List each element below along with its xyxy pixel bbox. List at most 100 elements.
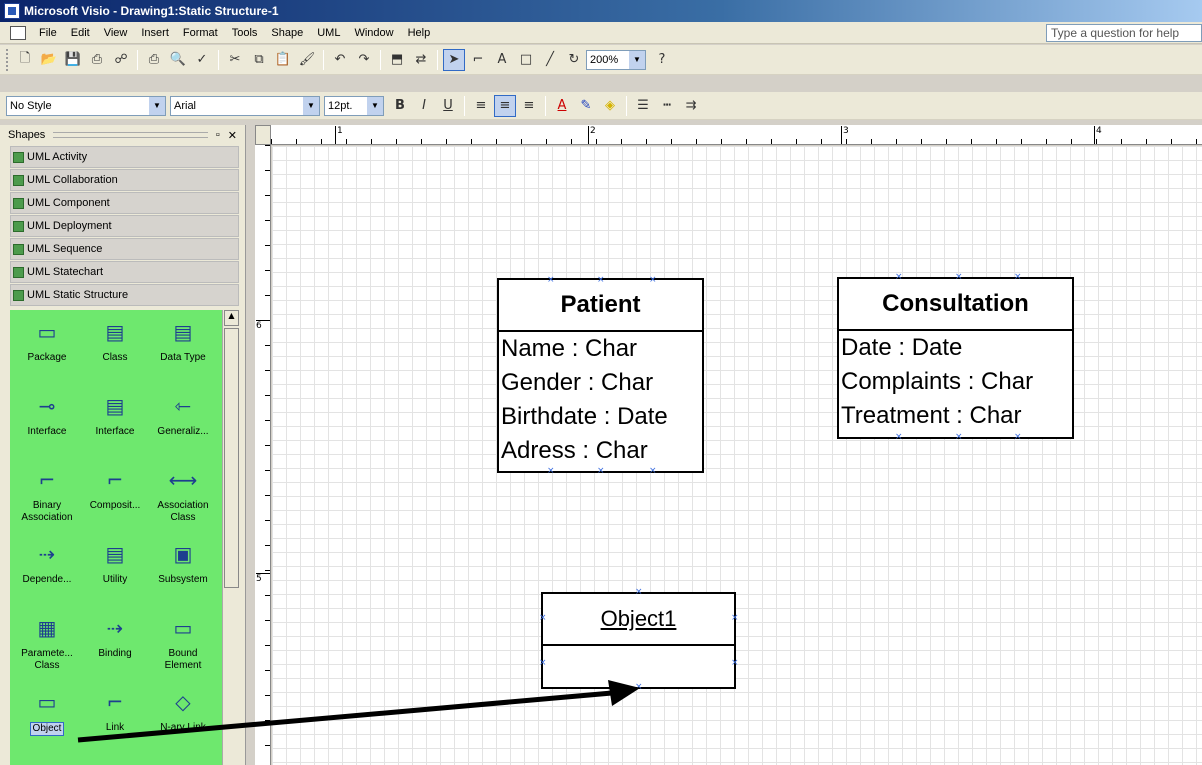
chevron-down-icon[interactable]: ▼: [303, 96, 319, 115]
open-icon[interactable]: 📂: [38, 49, 60, 71]
master-object[interactable]: ▭ Object: [12, 680, 82, 748]
master-interface[interactable]: ▤ Interface: [80, 384, 150, 452]
cut-icon[interactable]: ✂: [224, 49, 246, 71]
line-weight-icon[interactable]: ☰: [632, 95, 654, 117]
class-consultation[interactable]: Consultation Date : Date Complaints : Ch…: [837, 277, 1074, 439]
print-icon[interactable]: ⎙: [143, 49, 165, 71]
spelling-icon[interactable]: ✓: [191, 49, 213, 71]
copy-icon[interactable]: ⧉: [248, 49, 270, 71]
stencil-uml-statechart[interactable]: UML Statechart: [10, 261, 239, 283]
fill-color-icon[interactable]: ◈: [599, 95, 621, 117]
connection-point[interactable]: [895, 274, 903, 282]
connection-point[interactable]: [731, 615, 739, 623]
connection-point[interactable]: [1014, 274, 1022, 282]
master-package[interactable]: ▭ Package: [12, 310, 82, 378]
master-dependency[interactable]: ⇢ Depende...: [12, 532, 82, 600]
document-icon[interactable]: [10, 25, 26, 40]
line-pattern-icon[interactable]: ┅: [656, 95, 678, 117]
connection-point[interactable]: [1014, 434, 1022, 442]
connection-point[interactable]: [597, 468, 605, 476]
stencil-uml-component[interactable]: UML Component: [10, 192, 239, 214]
bold-icon[interactable]: B: [389, 95, 411, 117]
line-tool-icon[interactable]: ╱: [539, 49, 561, 71]
font-combo[interactable]: Arial ▼: [170, 95, 320, 116]
master-subsystem[interactable]: ▣ Subsystem: [148, 532, 218, 600]
paste-icon[interactable]: 📋: [272, 49, 294, 71]
master-association-class[interactable]: ⟷ Association Class: [148, 458, 218, 526]
master-class[interactable]: ▤ Class: [80, 310, 150, 378]
connection-point[interactable]: [635, 589, 643, 597]
research-icon[interactable]: ☍: [110, 49, 132, 71]
class-patient[interactable]: Patient Name : Char Gender : Char Birthd…: [497, 278, 704, 473]
connection-point[interactable]: [649, 468, 657, 476]
master-utility[interactable]: ▤ Utility: [80, 532, 150, 600]
chevron-down-icon[interactable]: ▼: [149, 96, 165, 115]
ruler-corner[interactable]: [255, 125, 271, 145]
chevron-down-icon[interactable]: ▼: [367, 96, 383, 115]
master-bound-element[interactable]: ▭ Bound Element: [148, 606, 218, 674]
rectangle-tool-icon[interactable]: □: [515, 49, 537, 71]
stencil-uml-collaboration[interactable]: UML Collaboration: [10, 169, 239, 191]
stencil-uml-static-structure[interactable]: UML Static Structure: [10, 284, 239, 306]
menu-uml[interactable]: UML: [310, 27, 347, 39]
help-icon[interactable]: ?: [651, 49, 673, 71]
font-color-icon[interactable]: A: [551, 95, 573, 117]
chevron-down-icon[interactable]: ▼: [629, 50, 645, 69]
font-size-combo[interactable]: 12pt. ▼: [324, 95, 384, 116]
scroll-up-icon[interactable]: ▲: [224, 310, 239, 326]
master-generalization[interactable]: ⇽ Generaliz...: [148, 384, 218, 452]
connection-point[interactable]: [547, 468, 555, 476]
master-data-type[interactable]: ▤ Data Type: [148, 310, 218, 378]
connection-point[interactable]: [955, 274, 963, 282]
master-interface-lollipop[interactable]: ⊸ Interface: [12, 384, 82, 452]
menu-file[interactable]: File: [32, 27, 64, 39]
connection-point[interactable]: [895, 434, 903, 442]
object-object1[interactable]: Object1: [541, 592, 736, 689]
zoom-combo[interactable]: 200% ▼: [586, 49, 646, 70]
master-parameterized-class[interactable]: ▦ Paramete... Class: [12, 606, 82, 674]
underline-icon[interactable]: U: [437, 95, 459, 117]
connector-icon[interactable]: ⇄: [410, 49, 432, 71]
restore-icon[interactable]: ▫: [216, 129, 220, 141]
connector-tool-icon[interactable]: ⌐: [467, 49, 489, 71]
stencil-scrollbar[interactable]: ▲: [222, 310, 240, 765]
menu-window[interactable]: Window: [347, 27, 400, 39]
close-icon[interactable]: ✕: [228, 129, 237, 142]
text-tool-icon[interactable]: A: [491, 49, 513, 71]
drawing-canvas[interactable]: [272, 146, 1202, 765]
stencil-uml-activity[interactable]: UML Activity: [10, 146, 239, 168]
connection-point[interactable]: [547, 277, 555, 285]
master-binding[interactable]: ⇢ Binding: [80, 606, 150, 674]
master-n-ary-link[interactable]: ◇ N-ary Link: [148, 680, 218, 748]
style-combo[interactable]: No Style ▼: [6, 95, 166, 116]
menu-insert[interactable]: Insert: [134, 27, 176, 39]
align-center-icon[interactable]: ≡: [494, 94, 516, 117]
menu-edit[interactable]: Edit: [64, 27, 97, 39]
connection-point[interactable]: [539, 615, 547, 623]
connection-point[interactable]: [955, 434, 963, 442]
connection-point[interactable]: [635, 684, 643, 692]
stencil-uml-sequence[interactable]: UML Sequence: [10, 238, 239, 260]
line-ends-icon[interactable]: ⇉: [680, 95, 702, 117]
master-link[interactable]: ⌐ Link: [80, 680, 150, 748]
stencil-uml-deployment[interactable]: UML Deployment: [10, 215, 239, 237]
pointer-tool-icon[interactable]: ➤: [443, 48, 465, 71]
connection-point[interactable]: [731, 660, 739, 668]
format-painter-icon[interactable]: 🖌: [296, 49, 318, 71]
menu-help[interactable]: Help: [401, 27, 438, 39]
scroll-thumb[interactable]: [224, 328, 239, 588]
permission-icon[interactable]: ⎙: [86, 49, 108, 71]
connection-point[interactable]: [597, 277, 605, 285]
connection-point[interactable]: [539, 660, 547, 668]
rotate-tool-icon[interactable]: ↻: [563, 49, 585, 71]
master-composition[interactable]: ⌐ Composit...: [80, 458, 150, 526]
undo-icon[interactable]: ↶: [329, 49, 351, 71]
toolbar-grip[interactable]: [6, 48, 9, 71]
line-color-icon[interactable]: ✎: [575, 95, 597, 117]
ask-question-input[interactable]: Type a question for help: [1046, 24, 1202, 42]
italic-icon[interactable]: I: [413, 95, 435, 117]
menu-shape[interactable]: Shape: [264, 27, 310, 39]
new-icon[interactable]: 🗋: [14, 49, 36, 71]
connection-point[interactable]: [649, 277, 657, 285]
align-right-icon[interactable]: ≡: [518, 95, 540, 117]
